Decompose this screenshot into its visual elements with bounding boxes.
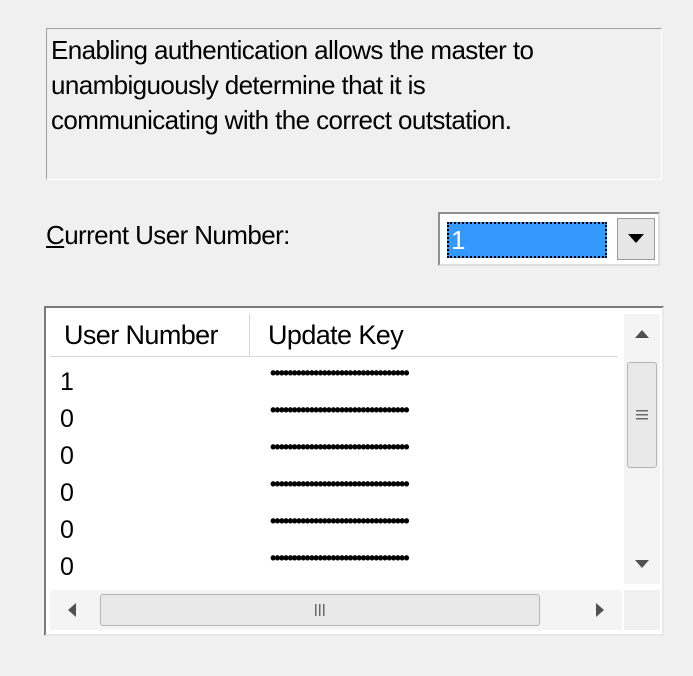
scroll-right-arrow-icon <box>596 603 604 617</box>
update-key-cell: •••••••••••••••••••••••••••••••• <box>270 548 410 568</box>
scroll-down-button[interactable] <box>624 544 660 584</box>
label-mnemonic: C <box>46 220 65 250</box>
horizontal-scroll-thumb[interactable] <box>100 594 540 626</box>
table-row[interactable]: 0 •••••••••••••••••••••••••••••••• <box>50 436 618 473</box>
chevron-down-icon <box>628 234 644 243</box>
scroll-right-button[interactable] <box>578 590 622 630</box>
scroll-down-arrow-icon <box>635 560 649 568</box>
user-keys-list[interactable]: User Number Update Key 1 •••••••••••••••… <box>44 306 664 636</box>
user-number-cell: 1 <box>60 368 74 396</box>
update-key-cell: •••••••••••••••••••••••••••••••• <box>270 474 410 494</box>
column-header-user-number[interactable]: User Number <box>50 314 250 356</box>
current-user-number-dropdown[interactable]: 1 <box>438 212 660 266</box>
list-header: User Number Update Key <box>50 314 618 357</box>
user-number-cell: 0 <box>60 516 74 544</box>
description-line-3: communicating with the correct outstatio… <box>51 105 512 135</box>
update-key-cell: •••••••••••••••••••••••••••••••• <box>270 363 410 383</box>
user-number-cell: 0 <box>60 442 74 470</box>
grip-icon <box>315 604 325 616</box>
table-row[interactable]: 1 •••••••••••••••••••••••••••••••• <box>50 362 618 399</box>
table-row[interactable]: 0 •••••••••••••••••••••••••••••••• <box>50 399 618 436</box>
user-number-cell: 0 <box>60 553 74 581</box>
horizontal-scrollbar[interactable] <box>50 590 622 630</box>
dropdown-button[interactable] <box>617 218 655 260</box>
update-key-cell: •••••••••••••••••••••••••••••••• <box>270 437 410 457</box>
description-line-1: Enabling authentication allows the maste… <box>51 35 534 65</box>
list-rows: 1 •••••••••••••••••••••••••••••••• 0 •••… <box>50 362 618 584</box>
dropdown-selected-value[interactable]: 1 <box>447 222 607 258</box>
vertical-scrollbar[interactable] <box>624 314 660 584</box>
scroll-left-arrow-icon <box>68 603 76 617</box>
description-box: Enabling authentication allows the maste… <box>46 28 662 180</box>
vertical-scroll-thumb[interactable] <box>627 362 657 468</box>
description-line-2: unambiguously determine that it is <box>51 70 426 100</box>
scroll-up-arrow-icon <box>635 330 649 338</box>
user-number-cell: 0 <box>60 405 74 433</box>
user-number-cell: 0 <box>60 479 74 507</box>
update-key-cell: •••••••••••••••••••••••••••••••• <box>270 511 410 531</box>
current-user-number-label: Current User Number: <box>46 220 290 251</box>
table-row[interactable]: 0 •••••••••••••••••••••••••••••••• <box>50 510 618 547</box>
scrollbar-corner <box>624 590 660 630</box>
scroll-up-button[interactable] <box>624 314 660 354</box>
label-text: urrent User Number: <box>64 220 290 250</box>
column-header-update-key[interactable]: Update Key <box>250 314 618 356</box>
grip-icon <box>636 410 648 420</box>
table-row[interactable]: 0 •••••••••••••••••••••••••••••••• <box>50 547 618 584</box>
table-row[interactable]: 0 •••••••••••••••••••••••••••••••• <box>50 473 618 510</box>
update-key-cell: •••••••••••••••••••••••••••••••• <box>270 400 410 420</box>
scroll-left-button[interactable] <box>50 590 94 630</box>
